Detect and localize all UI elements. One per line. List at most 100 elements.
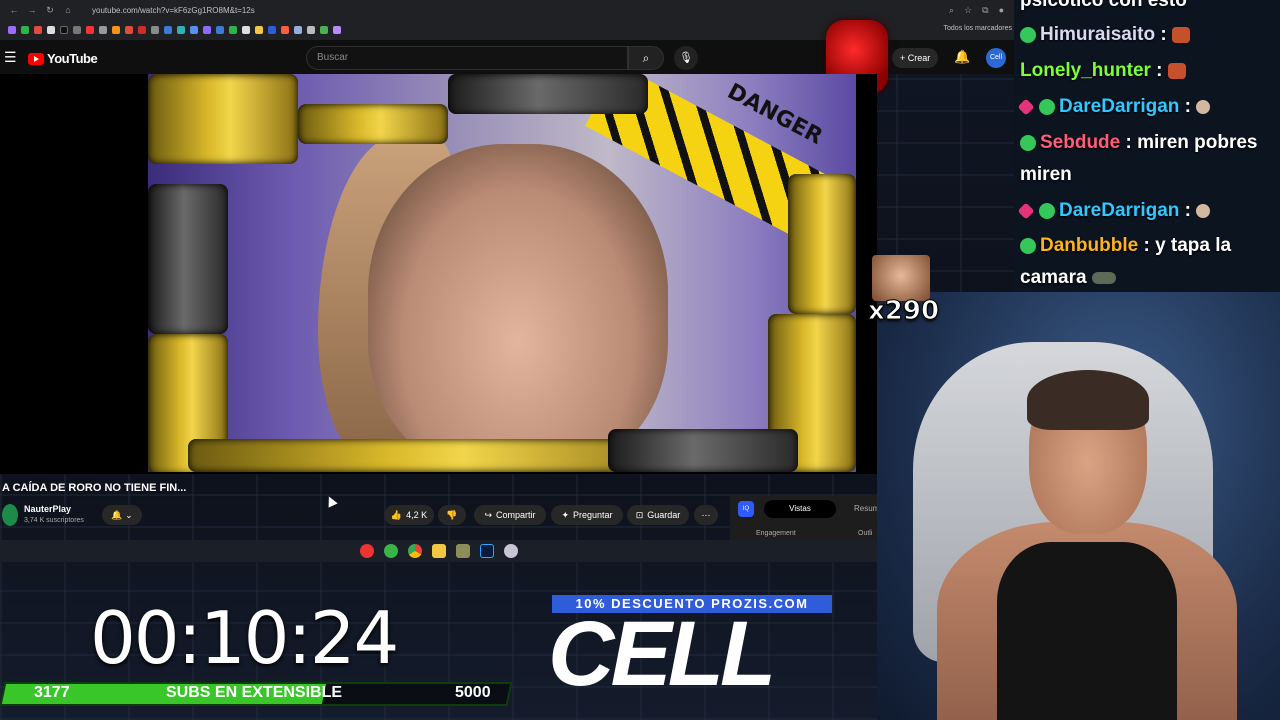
chat-message: camara: [1020, 265, 1116, 291]
chat-message: psicotico con esto: [1020, 0, 1187, 14]
bookmark-icon[interactable]: [333, 26, 341, 34]
account-avatar[interactable]: Cell: [986, 48, 1006, 68]
forward-icon[interactable]: →: [26, 5, 38, 15]
bookmark-icon[interactable]: [177, 26, 185, 34]
search-input[interactable]: Buscar: [306, 46, 628, 70]
profile-icon[interactable]: ●: [999, 5, 1004, 16]
subscription-bell-button[interactable]: 🔔 ⌄: [102, 505, 142, 525]
search-button[interactable]: ⌕: [628, 46, 664, 70]
tab-resumen[interactable]: Resum: [854, 504, 879, 513]
reload-icon[interactable]: ↻: [44, 5, 56, 16]
like-button[interactable]: 👍 4,2 K: [384, 505, 434, 525]
save-label: Guardar: [647, 510, 681, 520]
stream-timer: 00:10:24: [90, 596, 399, 680]
chrome-icon[interactable]: [407, 544, 422, 558]
voice-search-button[interactable]: 🎙: [674, 46, 698, 70]
app-icon[interactable]: [359, 544, 374, 558]
bookmark-icon[interactable]: [164, 26, 172, 34]
like-count: 4,2 K: [406, 510, 428, 520]
bookmark-icon[interactable]: [125, 26, 133, 34]
channel-name[interactable]: NauterPlay: [24, 504, 71, 514]
gem-badge-icon: [1017, 98, 1035, 116]
thumbs-up-icon: 👍: [390, 510, 403, 520]
emote-icon: [1167, 62, 1186, 79]
bookmark-icon[interactable]: [203, 26, 211, 34]
app-icon[interactable]: [503, 544, 518, 558]
chat-text: miren pobres: [1137, 132, 1258, 153]
bookmark-icon[interactable]: [255, 26, 263, 34]
sub-badge-icon: [1020, 26, 1036, 43]
bookmark-icon[interactable]: [60, 26, 68, 34]
extensions-icon[interactable]: ⧉: [982, 5, 988, 16]
video-person-face: [368, 144, 668, 472]
bookmark-icon[interactable]: [242, 26, 250, 34]
bookmark-icon[interactable]: [21, 26, 29, 34]
bookmark-icon[interactable]: [86, 26, 94, 34]
bookmark-icon[interactable]: [190, 26, 198, 34]
analytics-extension-icon[interactable]: IQ: [738, 501, 754, 517]
home-icon[interactable]: ⌂: [62, 5, 74, 15]
chat-username: DareDarrigan: [1059, 96, 1180, 117]
dislike-button[interactable]: 👎: [438, 505, 466, 525]
menu-icon[interactable]: ☰: [4, 49, 17, 66]
share-button[interactable]: ↪ Compartir: [474, 505, 546, 525]
tab-vistas[interactable]: Vistas: [764, 500, 836, 518]
chat-message: miren: [1020, 162, 1072, 188]
emote-icon: [1171, 26, 1190, 43]
bookmark-icon: ⊡: [635, 510, 644, 520]
chat-username: Sebdude: [1040, 132, 1121, 153]
app-icon[interactable]: [383, 544, 398, 558]
folder-icon[interactable]: [431, 544, 446, 558]
browser-actions: ⌕ ☆ ⧉ ●: [949, 5, 1016, 16]
bookmark-icon[interactable]: [216, 26, 224, 34]
bookmark-icon[interactable]: [34, 26, 42, 34]
bookmark-icon[interactable]: [8, 26, 16, 34]
app-icon[interactable]: [455, 544, 470, 558]
back-icon[interactable]: ←: [8, 5, 20, 15]
notifications-icon[interactable]: 🔔: [954, 49, 970, 65]
barrel-image: [608, 429, 798, 472]
bookmark-icon[interactable]: [151, 26, 159, 34]
bookmark-icon[interactable]: [112, 26, 120, 34]
address-bar-row: ← → ↻ ⌂ youtube.com/watch?v=kF6zGg1RO8M&…: [0, 0, 1016, 20]
chat-message: Danbubble : y tapa la: [1020, 233, 1231, 259]
chat-message: Sebdude : miren pobres: [1020, 130, 1258, 156]
video-player[interactable]: DANGER: [0, 74, 877, 474]
bookmark-icon[interactable]: [294, 26, 302, 34]
create-button[interactable]: + Crear: [892, 48, 939, 68]
channel-avatar[interactable]: [2, 504, 18, 526]
channel-subscribers: 3,74 K suscriptores: [24, 517, 84, 524]
search-icon: ⌕: [642, 51, 650, 65]
zoom-icon[interactable]: ⌕: [949, 5, 954, 16]
bookmark-icon[interactable]: [99, 26, 107, 34]
all-bookmarks-link[interactable]: Todos los marcadores: [944, 25, 1012, 32]
chat-username: Lonely_hunter: [1020, 60, 1151, 81]
chat-username: Danbubble: [1040, 235, 1139, 256]
engagement-label: Engagement: [756, 530, 796, 537]
save-button[interactable]: ⊡ Guardar: [627, 505, 689, 525]
bookmark-icon[interactable]: [138, 26, 146, 34]
video-frame[interactable]: DANGER: [148, 74, 856, 472]
chat-text: camara: [1020, 267, 1087, 288]
chat-username: psicotico con esto: [1020, 0, 1187, 11]
youtube-logo[interactable]: YouTube: [28, 51, 98, 66]
photoshop-icon[interactable]: [479, 544, 494, 558]
more-actions-button[interactable]: ⋯: [694, 505, 718, 525]
bookmark-icon[interactable]: [73, 26, 81, 34]
bookmark-icon[interactable]: [268, 26, 276, 34]
ask-button[interactable]: ✦ Preguntar: [551, 505, 623, 525]
chat-message: DareDarrigan :: [1017, 94, 1211, 120]
youtube-wordmark: YouTube: [47, 51, 98, 66]
bookmark-icon[interactable]: [47, 26, 55, 34]
bookmark-icon[interactable]: [281, 26, 289, 34]
star-icon[interactable]: ☆: [964, 5, 972, 16]
chat-panel: psicotico con esto Himuraisaito : Lonely…: [1014, 0, 1280, 292]
url-field[interactable]: youtube.com/watch?v=kF6zGg1RO8M&t=12s: [92, 6, 255, 15]
barrel-image: [788, 174, 856, 314]
barrel-image: [148, 184, 228, 334]
bookmark-icon[interactable]: [307, 26, 315, 34]
bookmark-icon[interactable]: [229, 26, 237, 34]
share-icon: ↪: [484, 510, 493, 520]
bookmark-icon[interactable]: [320, 26, 328, 34]
barrel-image: [148, 74, 298, 164]
